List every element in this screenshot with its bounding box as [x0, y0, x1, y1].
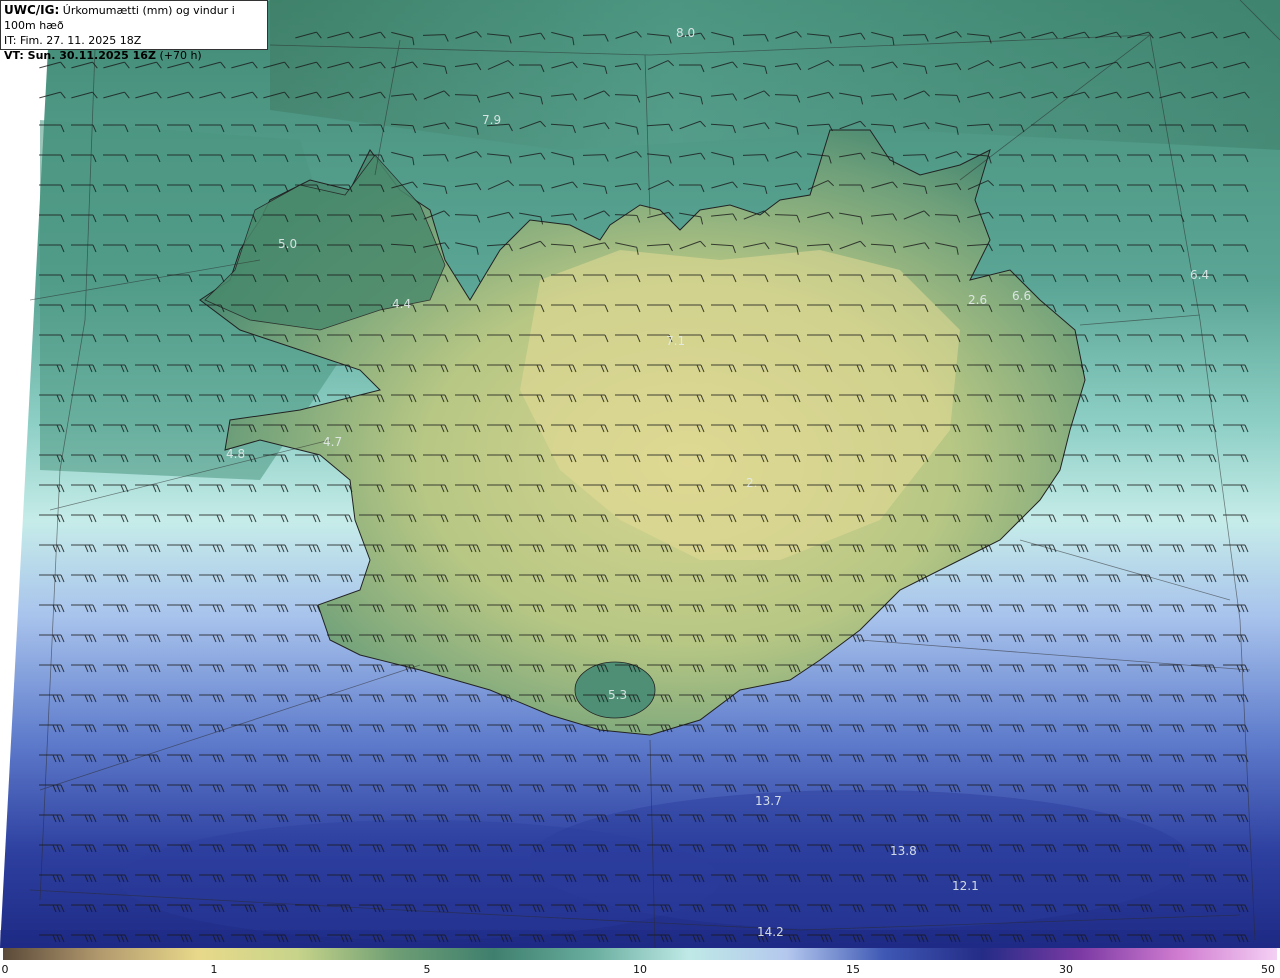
value-label: 4.7 [323, 435, 342, 449]
value-label: 6.6 [1012, 289, 1031, 303]
value-label: 2. [746, 476, 757, 490]
value-label: 4.4 [392, 297, 411, 311]
colorbar-tick: 10 [633, 963, 647, 976]
colorbar-strip [3, 948, 1277, 960]
valid-time: VT: Sun. 30.11.2025 16Z [4, 49, 156, 62]
precipitation-map: 8.0 7.9 5.0 4.4 4.7 4.8 7.1 2.6 6.6 6.4 … [0, 0, 1280, 948]
init-time: IT: Fim. 27. 11. 2025 18Z [4, 34, 142, 47]
value-label: 8.0 [676, 26, 695, 40]
value-label: 7.9 [482, 113, 501, 127]
colorbar-tick: 0 [1, 963, 9, 976]
value-label: 2.6 [968, 293, 987, 307]
colorbar-tick: 30 [1059, 963, 1073, 976]
southern-blue-swirl-2 [120, 820, 720, 940]
colorbar-tick: 15 [846, 963, 860, 976]
value-label: 7.1 [666, 334, 685, 348]
north-band [270, 0, 1280, 150]
colorbar-tick: 5 [423, 963, 431, 976]
colorbar-tick: 1 [210, 963, 218, 976]
value-label: 5.0 [278, 237, 297, 251]
forecast-offset: (+70 h) [159, 49, 202, 62]
value-label: 6.4 [1190, 268, 1209, 282]
colorbar-tick: 50 [1261, 963, 1275, 976]
map-info-box: UWC/IG: Úrkomumætti (mm) og vindur i 100… [0, 0, 268, 62]
value-label: 12.1 [952, 879, 979, 893]
colorbar: 0 1 5 10 15 30 50 [0, 948, 1280, 978]
value-label: 4.8 [226, 447, 245, 461]
value-label: 5.3 [608, 688, 627, 702]
value-label: 14.2 [757, 925, 784, 939]
map-title-line: UWC/IG: Úrkomumætti (mm) og vindur i 100… [4, 3, 264, 33]
value-label: 13.8 [890, 844, 917, 858]
valid-time-line: VT: Sun. 30.11.2025 16Z (+70 h) [4, 48, 264, 63]
model-code: UWC/IG: [4, 3, 60, 17]
value-label: 13.7 [755, 794, 782, 808]
